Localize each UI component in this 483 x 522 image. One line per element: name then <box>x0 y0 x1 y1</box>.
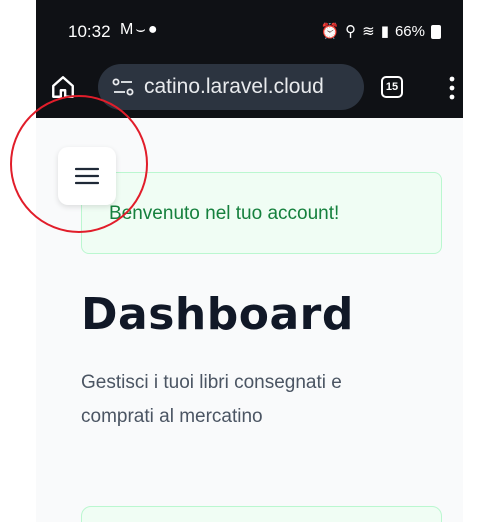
address-bar[interactable]: catino.laravel.cloud <box>98 64 364 110</box>
status-right-icons: ⏰ ⚲ ≋ ▮ 66% <box>320 22 441 40</box>
battery-percent: 66% <box>394 22 425 40</box>
missed-call-icon: ⌣ <box>135 21 148 38</box>
status-time: 10:32 <box>68 22 111 41</box>
more-menu-icon[interactable] <box>449 76 455 100</box>
chat-icon: ● <box>147 21 160 38</box>
url-text[interactable]: catino.laravel.cloud <box>144 75 324 99</box>
page-subtitle: Gestisci i tuoi libri consegnati e compr… <box>81 372 342 427</box>
wifi-icon: ≋ <box>362 23 375 40</box>
home-icon[interactable] <box>50 74 76 100</box>
site-settings-icon[interactable] <box>112 78 134 96</box>
gmail-icon: M <box>120 21 136 38</box>
alarm-icon: ⏰ <box>320 23 340 40</box>
signal-icon: ▮ <box>380 23 389 40</box>
browser-toolbar: catino.laravel.cloud 15 <box>36 60 463 118</box>
phone-screen: 10:32 M⌣● ⏰ ⚲ ≋ ▮ 66% catino.laravel.clo… <box>36 0 463 522</box>
location-icon: ⚲ <box>345 23 357 40</box>
notification-icons: M⌣● <box>120 21 160 39</box>
hamburger-menu-button[interactable] <box>58 147 116 205</box>
page-title: Dashboard <box>81 289 354 340</box>
hamburger-icon <box>75 167 99 185</box>
content-card <box>81 506 442 522</box>
alert-message: Benvenuto nel tuo account! <box>109 203 340 224</box>
battery-icon <box>431 25 441 39</box>
tab-switcher-button[interactable]: 15 <box>381 76 403 98</box>
success-alert: Benvenuto nel tuo account! <box>81 172 442 254</box>
status-bar: 10:32 M⌣● ⏰ ⚲ ≋ ▮ 66% <box>36 0 463 60</box>
